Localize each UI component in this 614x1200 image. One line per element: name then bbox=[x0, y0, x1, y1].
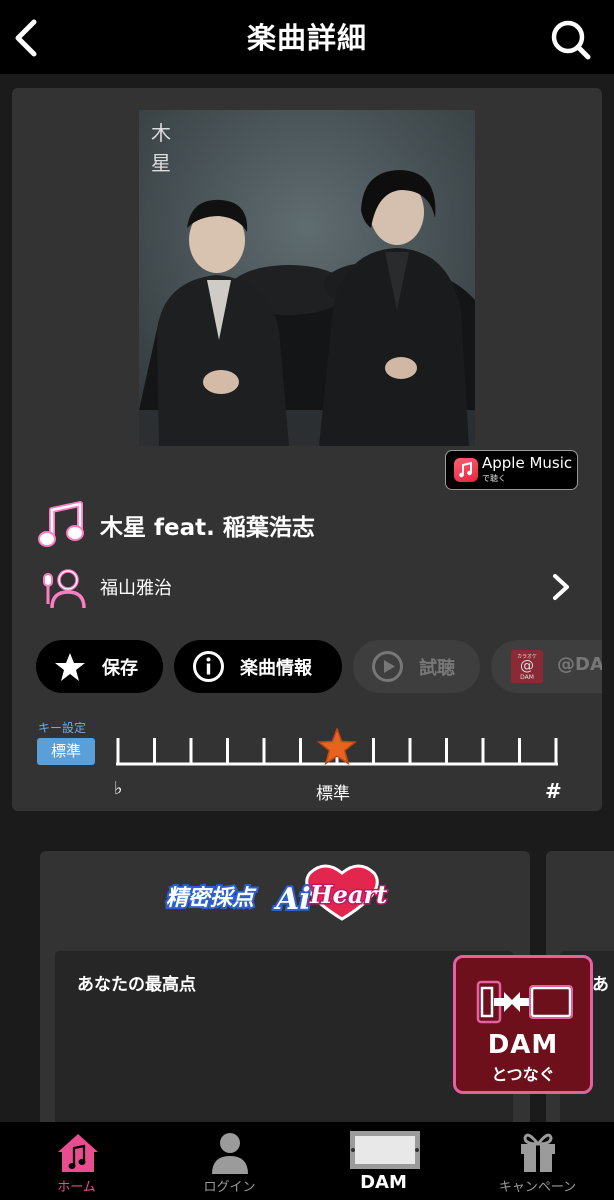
apple-music-sublabel: で聴く bbox=[482, 474, 506, 483]
music-note-icon bbox=[36, 498, 88, 550]
singer-icon bbox=[40, 566, 86, 610]
dam-connect-subtitle: とつなぐ bbox=[491, 1065, 555, 1084]
song-info-button[interactable]: 楽曲情報 bbox=[174, 640, 342, 693]
artist-name[interactable]: 福山雅治 bbox=[100, 574, 172, 600]
sharp-symbol: # bbox=[545, 779, 562, 803]
preview-label: 試聴 bbox=[419, 658, 455, 679]
karaoke-dam-label: @DAM bbox=[557, 654, 602, 675]
user-icon bbox=[212, 1133, 248, 1174]
home-icon bbox=[58, 1134, 98, 1172]
svg-text:精密採点: 精密採点 bbox=[166, 885, 257, 911]
flat-symbol: ♭ bbox=[114, 778, 123, 799]
save-button[interactable]: 保存 bbox=[36, 640, 163, 693]
info-icon bbox=[193, 651, 224, 682]
dam-device-icon bbox=[350, 1131, 420, 1169]
back-icon[interactable] bbox=[6, 14, 50, 62]
save-label: 保存 bbox=[102, 658, 138, 679]
key-standard-label: 標準 bbox=[316, 784, 350, 804]
key-current-badge: 標準 bbox=[37, 738, 95, 765]
gift-icon bbox=[521, 1133, 555, 1172]
apple-music-button[interactable]: Apple Music で聴く bbox=[445, 450, 578, 490]
nav-dam-label: DAM bbox=[360, 1172, 407, 1193]
svg-text:星: 星 bbox=[151, 151, 171, 175]
karaoke-dam-icon: カラオケ @ DAM bbox=[511, 650, 543, 683]
music-note-icon bbox=[454, 458, 478, 482]
svg-text:Heart: Heart bbox=[309, 880, 387, 909]
key-slider[interactable] bbox=[112, 726, 566, 772]
nav-home-label: ホーム bbox=[57, 1180, 96, 1195]
dam-connect-title: DAM bbox=[487, 1030, 559, 1060]
best-score-label: あなたの最高点 bbox=[77, 975, 196, 995]
preview-button[interactable]: 試聴 bbox=[353, 640, 480, 693]
next-card-label: あ bbox=[592, 975, 609, 995]
dam-connect-button[interactable]: DAM とつなぐ bbox=[453, 955, 593, 1094]
svg-text:Ai: Ai bbox=[273, 882, 311, 917]
chevron-right-icon[interactable] bbox=[548, 570, 574, 604]
song-info-label: 楽曲情報 bbox=[240, 658, 312, 679]
nav-login[interactable]: ログイン bbox=[153, 1122, 306, 1200]
album-jacket[interactable]: 木 星 bbox=[139, 110, 475, 446]
song-title: 木星 feat. 稲葉浩志 bbox=[100, 515, 315, 541]
jacket-text: 木 bbox=[151, 121, 171, 145]
nav-login-label: ログイン bbox=[203, 1180, 256, 1195]
star-icon bbox=[55, 653, 85, 681]
page-title: 楽曲詳細 bbox=[246, 21, 367, 55]
play-icon bbox=[372, 651, 403, 682]
nav-dam[interactable]: DAM bbox=[307, 1122, 460, 1200]
search-icon[interactable] bbox=[546, 16, 594, 64]
nav-home[interactable]: ホーム bbox=[0, 1122, 153, 1200]
apple-music-label: Apple Music bbox=[482, 454, 573, 472]
connect-phone-icon bbox=[476, 980, 573, 1024]
key-setting-label: キー設定 bbox=[38, 721, 87, 735]
seimitsu-saiten-ai-heart-logo: 精密採点 Ai Heart bbox=[160, 863, 410, 925]
nav-campaign[interactable]: キャンペーン bbox=[461, 1122, 614, 1200]
nav-campaign-label: キャンペーン bbox=[498, 1180, 577, 1195]
karaoke-dam-button[interactable]: カラオケ @ DAM @DAM bbox=[491, 640, 602, 693]
